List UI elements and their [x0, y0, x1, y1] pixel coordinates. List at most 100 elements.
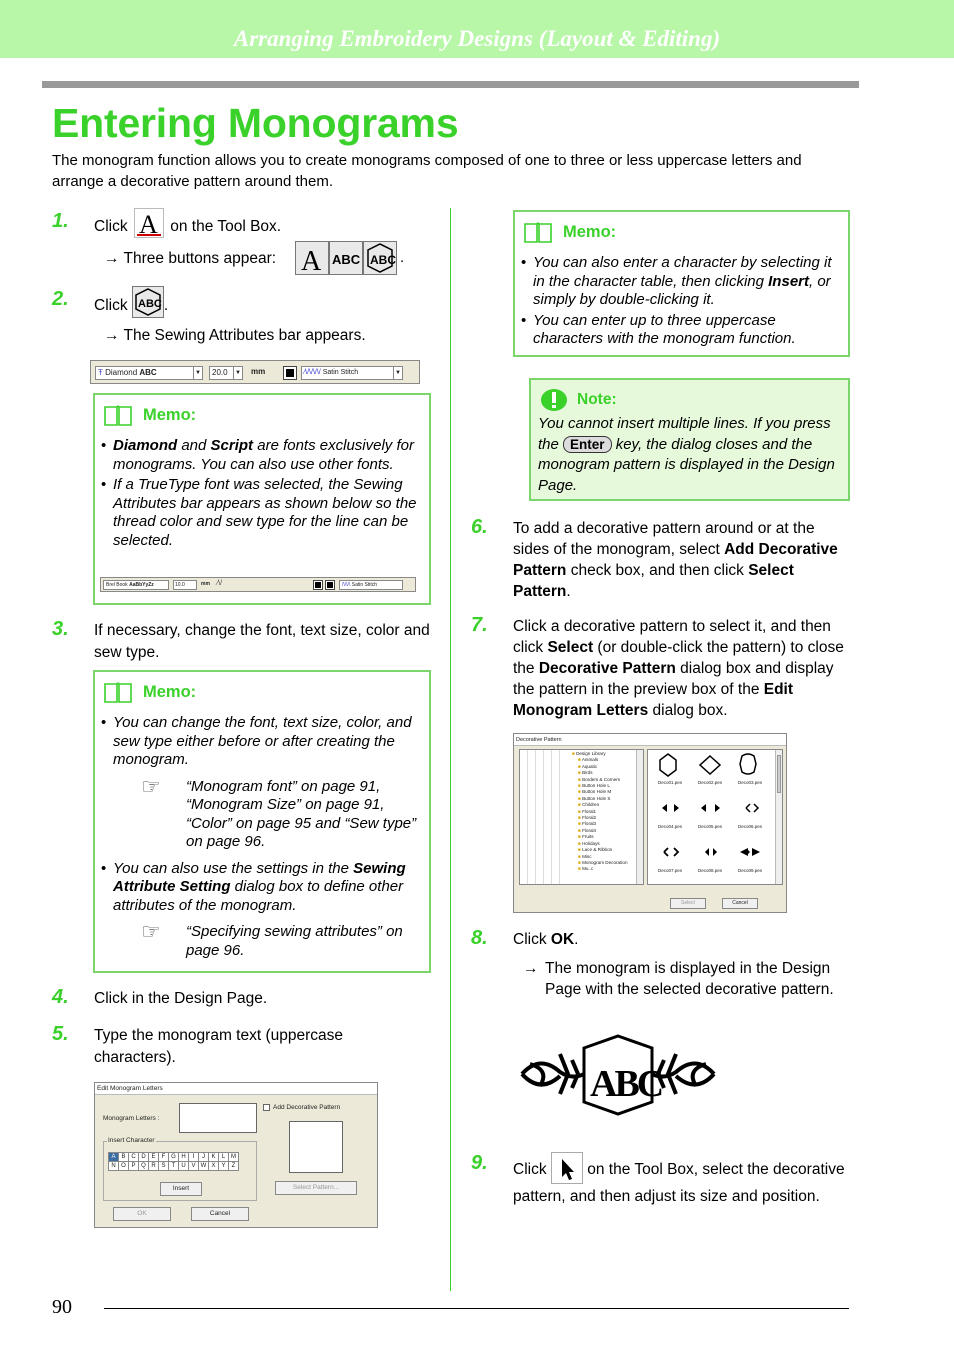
sew-type-select[interactable]: ⁄\/\/\/\/ Satin Stitch ▼: [301, 366, 403, 380]
memo-bullet: You can also use the settings in the Sew…: [101, 860, 423, 916]
pattern-thumbnail-icon: [663, 847, 680, 857]
cancel-button[interactable]: Cancel: [191, 1207, 249, 1221]
character-table: ABCDEFGHIJKLMNOPQRSTUVWXYZ: [108, 1152, 239, 1171]
pattern-grid: Deco01.pes Deco02.pes Deco03.pes Deco04.pes…: [647, 749, 783, 885]
step-number: 4.: [52, 986, 69, 1008]
pattern-item[interactable]: Deco01.pes: [650, 752, 690, 796]
pattern-item[interactable]: Deco02.pes: [690, 752, 730, 796]
step-2-result: → The Sewing Attributes bar appears.: [104, 325, 366, 346]
memo-bullet: Diamond and Script are fonts exclusively…: [101, 437, 423, 474]
arrow-icon: →: [104, 327, 120, 344]
step-number: 5.: [52, 1023, 69, 1045]
pattern-thumbnail-icon: [662, 804, 679, 812]
pointing-hand-icon: ☞: [141, 919, 161, 944]
sewing-attributes-bar: Ŧ Diamond ABC ▼ 20.0 ▼ mm ⁄\/\/\/\/ Satin …: [90, 360, 420, 384]
pattern-thumbnail-icon: [701, 804, 720, 812]
pattern-item[interactable]: Deco07.pes: [650, 840, 690, 884]
pattern-filename: Deco02.pes: [697, 780, 723, 785]
cross-reference: ☞ “Specifying sewing attributes” on page …: [141, 919, 403, 959]
pattern-filename: Deco09.pes: [737, 868, 763, 873]
memo-bullet: You can enter up to three uppercase char…: [521, 312, 843, 349]
step-number: 9.: [471, 1152, 488, 1174]
pattern-item[interactable]: Deco05.pes: [690, 796, 730, 840]
page-number: 90: [52, 1296, 72, 1318]
pattern-item[interactable]: Deco08.pes: [690, 840, 730, 884]
thread-color-button[interactable]: [283, 366, 297, 380]
select-button[interactable]: Select: [670, 898, 706, 909]
three-buttons: A ABC ABC .: [295, 241, 404, 277]
header-rule: [42, 81, 859, 88]
svg-text:ABC: ABC: [332, 252, 361, 267]
character-cell[interactable]: Z: [228, 1161, 239, 1171]
grid-scrollbar[interactable]: [775, 750, 782, 884]
memo-bullet: You can change the font, text size, colo…: [101, 714, 423, 770]
memo-bullet: You can also enter a character by select…: [521, 254, 843, 310]
pattern-thumbnail-icon: [740, 848, 760, 856]
memo-box: Memo: You can change the font, text size…: [93, 670, 431, 973]
select-pattern-button[interactable]: Select Pattern...: [275, 1181, 357, 1195]
pattern-filename: Deco08.pes: [697, 868, 723, 873]
svg-text:A: A: [139, 210, 158, 237]
pattern-filename: Deco05.pes: [697, 824, 723, 829]
step-text: Click: [94, 297, 128, 315]
enter-key: Enter: [563, 435, 612, 453]
step-8-text: Click OK.: [513, 931, 579, 948]
pattern-thumbnail-icon: [698, 754, 722, 776]
font-select[interactable]: Ŧ Diamond ABC ▼: [95, 366, 203, 380]
folder-tree[interactable]: ■ Design Library ■ Animals ■ Aquatic ■ Bird…: [519, 749, 644, 885]
step-1-text: Click A on the Tool Box.: [94, 208, 282, 242]
result-text: The Sewing Attributes bar appears.: [123, 327, 366, 344]
monogram-letters-input[interactable]: [179, 1103, 257, 1133]
step-8-result: → The monogram is displayed in the Desig…: [523, 958, 853, 1000]
decorative-pattern-dialog: Decorative Pattern ■ Design Library ■ Ani…: [513, 733, 787, 913]
memo-label: Memo:: [563, 222, 617, 241]
book-icon: [104, 405, 132, 426]
svg-text:ABC: ABC: [590, 1063, 662, 1105]
step-number: 1.: [52, 210, 69, 232]
step-text: Click: [94, 218, 128, 236]
step-number: 6.: [471, 516, 488, 538]
step-text: on the Tool Box.: [170, 218, 282, 236]
intro-paragraph: The monogram function allows you to crea…: [52, 152, 802, 190]
sew-type-select[interactable]: /\/\/\ Satin Stitch: [339, 580, 403, 590]
text-button-icon: A: [295, 241, 329, 277]
column-divider: [450, 208, 451, 1291]
book-icon: [104, 682, 132, 703]
step-number: 7.: [471, 614, 488, 636]
folder-list: ■ Design Library ■ Animals ■ Aquatic ■ Bird…: [572, 751, 628, 873]
group-label: Insert Character: [107, 1137, 156, 1144]
arrow-icon: →: [523, 960, 539, 977]
step-1-result: → Three buttons appear:: [104, 248, 276, 269]
thread-color-button[interactable]: [313, 580, 323, 590]
edit-monogram-dialog: Edit Monogram Letters Monogram Letters :…: [94, 1082, 378, 1228]
pattern-thumbnail-icon: [705, 848, 717, 856]
folder-item[interactable]: ■ Mu..c: [572, 866, 628, 872]
size-select[interactable]: 20.0 ▼: [209, 366, 243, 380]
chapter-banner: Arranging Embroidery Designs (Layout & E…: [0, 0, 954, 58]
pattern-item[interactable]: Deco06.pes: [730, 796, 770, 840]
font-select[interactable]: Brel Book AaBbYyZz: [103, 580, 169, 590]
tree-scrollbar[interactable]: [636, 750, 643, 884]
step-9-text: Click on the Tool Box, select the decora…: [513, 1152, 851, 1208]
size-select[interactable]: 10.0: [173, 580, 197, 590]
step-4-text: Click in the Design Page.: [94, 990, 268, 1007]
insert-button[interactable]: Insert: [160, 1182, 202, 1196]
pattern-preview: [289, 1121, 343, 1173]
monogram-result-image: ABC: [520, 1034, 716, 1116]
memo-label: Memo:: [143, 405, 197, 424]
step-number: 8.: [471, 927, 488, 949]
pattern-item[interactable]: Deco03.pes: [730, 752, 770, 796]
note-box: Note: You cannot insert multiple lines. …: [529, 378, 850, 501]
pattern-item[interactable]: Deco09.pes: [730, 840, 770, 884]
note-label: Note:: [577, 391, 617, 408]
pattern-filename: Deco07.pes: [657, 868, 683, 873]
add-decorative-pattern-checkbox[interactable]: Add Decorative Pattern: [263, 1104, 340, 1111]
line-color-button[interactable]: [325, 580, 335, 590]
ok-button[interactable]: OK: [113, 1207, 171, 1221]
monogram-letters-label: Monogram Letters :: [103, 1115, 160, 1122]
step-2-text: Click ABC.: [94, 286, 168, 322]
cancel-button[interactable]: Cancel: [722, 898, 758, 909]
monogram-button-icon: ABC: [131, 286, 164, 318]
pattern-item[interactable]: Deco04.pes: [650, 796, 690, 840]
chapter-title: Arranging Embroidery Designs (Layout & E…: [233, 26, 721, 51]
